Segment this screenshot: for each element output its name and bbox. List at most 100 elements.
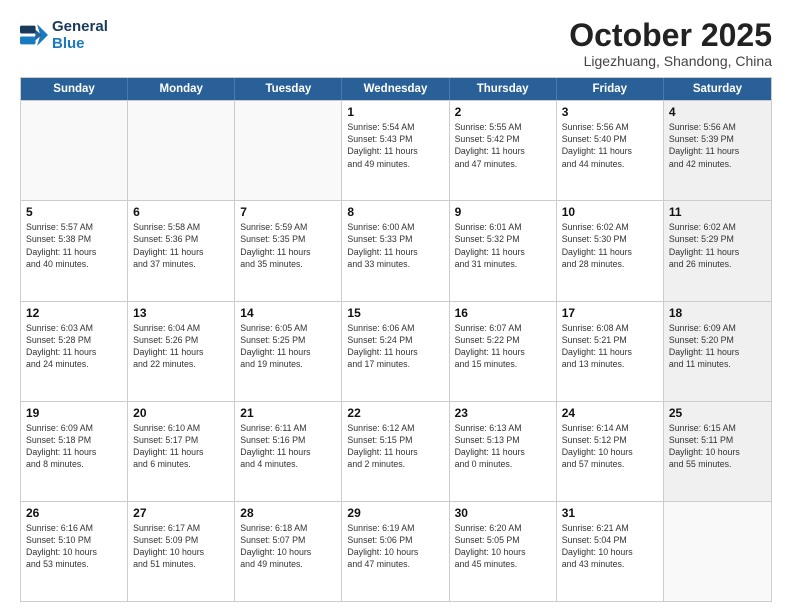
calendar: SundayMondayTuesdayWednesdayThursdayFrid…: [20, 77, 772, 602]
month-title: October 2025: [569, 18, 772, 53]
day-number: 14: [240, 306, 336, 320]
day-number: 20: [133, 406, 229, 420]
day-info: Sunrise: 6:18 AMSunset: 5:07 PMDaylight:…: [240, 522, 336, 571]
cal-cell-23: 23 Sunrise: 6:13 AMSunset: 5:13 PMDayligh…: [450, 402, 557, 501]
week-row-1: 1 Sunrise: 5:54 AMSunset: 5:43 PMDaylight…: [21, 100, 771, 200]
cal-cell-19: 19 Sunrise: 6:09 AMSunset: 5:18 PMDayligh…: [21, 402, 128, 501]
day-info: Sunrise: 5:59 AMSunset: 5:35 PMDaylight:…: [240, 221, 336, 270]
day-number: 5: [26, 205, 122, 219]
cal-cell-2: 2 Sunrise: 5:55 AMSunset: 5:42 PMDaylight…: [450, 101, 557, 200]
cal-cell-24: 24Sunrise: 6:14 AMSunset: 5:12 PMDayligh…: [557, 402, 664, 501]
day-info: Sunrise: 6:14 AMSunset: 5:12 PMDaylight:…: [562, 422, 658, 471]
week-row-3: 12 Sunrise: 6:03 AMSunset: 5:28 PMDayligh…: [21, 301, 771, 401]
title-block: October 2025 Ligezhuang, Shandong, China: [569, 18, 772, 69]
day-number: 29: [347, 506, 443, 520]
day-info: Sunrise: 6:03 AMSunset: 5:28 PMDaylight:…: [26, 322, 122, 371]
day-info: Sunrise: 6:19 AMSunset: 5:06 PMDaylight:…: [347, 522, 443, 571]
day-number: 31: [562, 506, 658, 520]
cal-cell-empty-0: [21, 101, 128, 200]
cal-cell-empty-6: [664, 502, 771, 601]
cal-cell-12: 12 Sunrise: 6:03 AMSunset: 5:28 PMDayligh…: [21, 302, 128, 401]
day-info: Sunrise: 6:08 AMSunset: 5:21 PMDaylight:…: [562, 322, 658, 371]
day-number: 11: [669, 205, 766, 219]
cal-cell-15: 15Sunrise: 6:06 AMSunset: 5:24 PMDayligh…: [342, 302, 449, 401]
cal-cell-17: 17Sunrise: 6:08 AMSunset: 5:21 PMDayligh…: [557, 302, 664, 401]
day-info: Sunrise: 5:54 AMSunset: 5:43 PMDaylight:…: [347, 121, 443, 170]
cal-cell-empty-1: [128, 101, 235, 200]
cal-cell-18: 18Sunrise: 6:09 AMSunset: 5:20 PMDayligh…: [664, 302, 771, 401]
day-number: 7: [240, 205, 336, 219]
cal-cell-9: 9 Sunrise: 6:01 AMSunset: 5:32 PMDaylight…: [450, 201, 557, 300]
cal-cell-27: 27 Sunrise: 6:17 AMSunset: 5:09 PMDayligh…: [128, 502, 235, 601]
day-info: Sunrise: 6:09 AMSunset: 5:18 PMDaylight:…: [26, 422, 122, 471]
cal-cell-22: 22 Sunrise: 6:12 AMSunset: 5:15 PMDayligh…: [342, 402, 449, 501]
cal-cell-8: 8 Sunrise: 6:00 AMSunset: 5:33 PMDaylight…: [342, 201, 449, 300]
day-info: Sunrise: 6:12 AMSunset: 5:15 PMDaylight:…: [347, 422, 443, 471]
cal-cell-6: 6 Sunrise: 5:58 AMSunset: 5:36 PMDaylight…: [128, 201, 235, 300]
day-info: Sunrise: 5:55 AMSunset: 5:42 PMDaylight:…: [455, 121, 551, 170]
day-number: 22: [347, 406, 443, 420]
day-info: Sunrise: 5:58 AMSunset: 5:36 PMDaylight:…: [133, 221, 229, 270]
col-header-wednesday: Wednesday: [342, 78, 449, 100]
calendar-body: 1 Sunrise: 5:54 AMSunset: 5:43 PMDaylight…: [21, 100, 771, 601]
day-info: Sunrise: 6:16 AMSunset: 5:10 PMDaylight:…: [26, 522, 122, 571]
day-number: 19: [26, 406, 122, 420]
day-number: 1: [347, 105, 443, 119]
cal-cell-13: 13Sunrise: 6:04 AMSunset: 5:26 PMDayligh…: [128, 302, 235, 401]
day-number: 30: [455, 506, 551, 520]
day-info: Sunrise: 6:05 AMSunset: 5:25 PMDaylight:…: [240, 322, 336, 371]
day-number: 18: [669, 306, 766, 320]
day-number: 23: [455, 406, 551, 420]
day-number: 15: [347, 306, 443, 320]
day-number: 2: [455, 105, 551, 119]
calendar-page: General Blue October 2025 Ligezhuang, Sh…: [0, 0, 792, 612]
location: Ligezhuang, Shandong, China: [569, 53, 772, 69]
cal-cell-1: 1 Sunrise: 5:54 AMSunset: 5:43 PMDaylight…: [342, 101, 449, 200]
day-info: Sunrise: 6:11 AMSunset: 5:16 PMDaylight:…: [240, 422, 336, 471]
cal-cell-3: 3Sunrise: 5:56 AMSunset: 5:40 PMDaylight…: [557, 101, 664, 200]
day-number: 21: [240, 406, 336, 420]
day-number: 8: [347, 205, 443, 219]
day-number: 12: [26, 306, 122, 320]
week-row-4: 19 Sunrise: 6:09 AMSunset: 5:18 PMDayligh…: [21, 401, 771, 501]
calendar-header: SundayMondayTuesdayWednesdayThursdayFrid…: [21, 78, 771, 100]
col-header-saturday: Saturday: [664, 78, 771, 100]
day-number: 27: [133, 506, 229, 520]
logo: General Blue: [20, 18, 108, 53]
day-info: Sunrise: 6:10 AMSunset: 5:17 PMDaylight:…: [133, 422, 229, 471]
day-info: Sunrise: 6:21 AMSunset: 5:04 PMDaylight:…: [562, 522, 658, 571]
day-number: 26: [26, 506, 122, 520]
day-info: Sunrise: 5:56 AMSunset: 5:39 PMDaylight:…: [669, 121, 766, 170]
cal-cell-10: 10Sunrise: 6:02 AMSunset: 5:30 PMDayligh…: [557, 201, 664, 300]
day-info: Sunrise: 6:01 AMSunset: 5:32 PMDaylight:…: [455, 221, 551, 270]
logo-icon: [20, 21, 48, 49]
header: General Blue October 2025 Ligezhuang, Sh…: [20, 18, 772, 69]
col-header-tuesday: Tuesday: [235, 78, 342, 100]
cal-cell-31: 31 Sunrise: 6:21 AMSunset: 5:04 PMDayligh…: [557, 502, 664, 601]
col-header-friday: Friday: [557, 78, 664, 100]
cal-cell-4: 4 Sunrise: 5:56 AMSunset: 5:39 PMDaylight…: [664, 101, 771, 200]
day-number: 6: [133, 205, 229, 219]
day-number: 4: [669, 105, 766, 119]
day-info: Sunrise: 6:13 AMSunset: 5:13 PMDaylight:…: [455, 422, 551, 471]
day-info: Sunrise: 5:57 AMSunset: 5:38 PMDaylight:…: [26, 221, 122, 270]
cal-cell-7: 7 Sunrise: 5:59 AMSunset: 5:35 PMDaylight…: [235, 201, 342, 300]
cal-cell-empty-2: [235, 101, 342, 200]
logo-line1: General: [52, 18, 108, 35]
week-row-5: 26 Sunrise: 6:16 AMSunset: 5:10 PMDayligh…: [21, 501, 771, 601]
col-header-monday: Monday: [128, 78, 235, 100]
cal-cell-5: 5 Sunrise: 5:57 AMSunset: 5:38 PMDaylight…: [21, 201, 128, 300]
day-number: 9: [455, 205, 551, 219]
col-header-thursday: Thursday: [450, 78, 557, 100]
day-number: 3: [562, 105, 658, 119]
day-info: Sunrise: 6:17 AMSunset: 5:09 PMDaylight:…: [133, 522, 229, 571]
day-info: Sunrise: 6:04 AMSunset: 5:26 PMDaylight:…: [133, 322, 229, 371]
cal-cell-14: 14 Sunrise: 6:05 AMSunset: 5:25 PMDayligh…: [235, 302, 342, 401]
cal-cell-29: 29 Sunrise: 6:19 AMSunset: 5:06 PMDayligh…: [342, 502, 449, 601]
day-info: Sunrise: 6:02 AMSunset: 5:29 PMDaylight:…: [669, 221, 766, 270]
cal-cell-28: 28Sunrise: 6:18 AMSunset: 5:07 PMDayligh…: [235, 502, 342, 601]
day-info: Sunrise: 6:00 AMSunset: 5:33 PMDaylight:…: [347, 221, 443, 270]
cal-cell-16: 16Sunrise: 6:07 AMSunset: 5:22 PMDayligh…: [450, 302, 557, 401]
col-header-sunday: Sunday: [21, 78, 128, 100]
day-info: Sunrise: 6:02 AMSunset: 5:30 PMDaylight:…: [562, 221, 658, 270]
